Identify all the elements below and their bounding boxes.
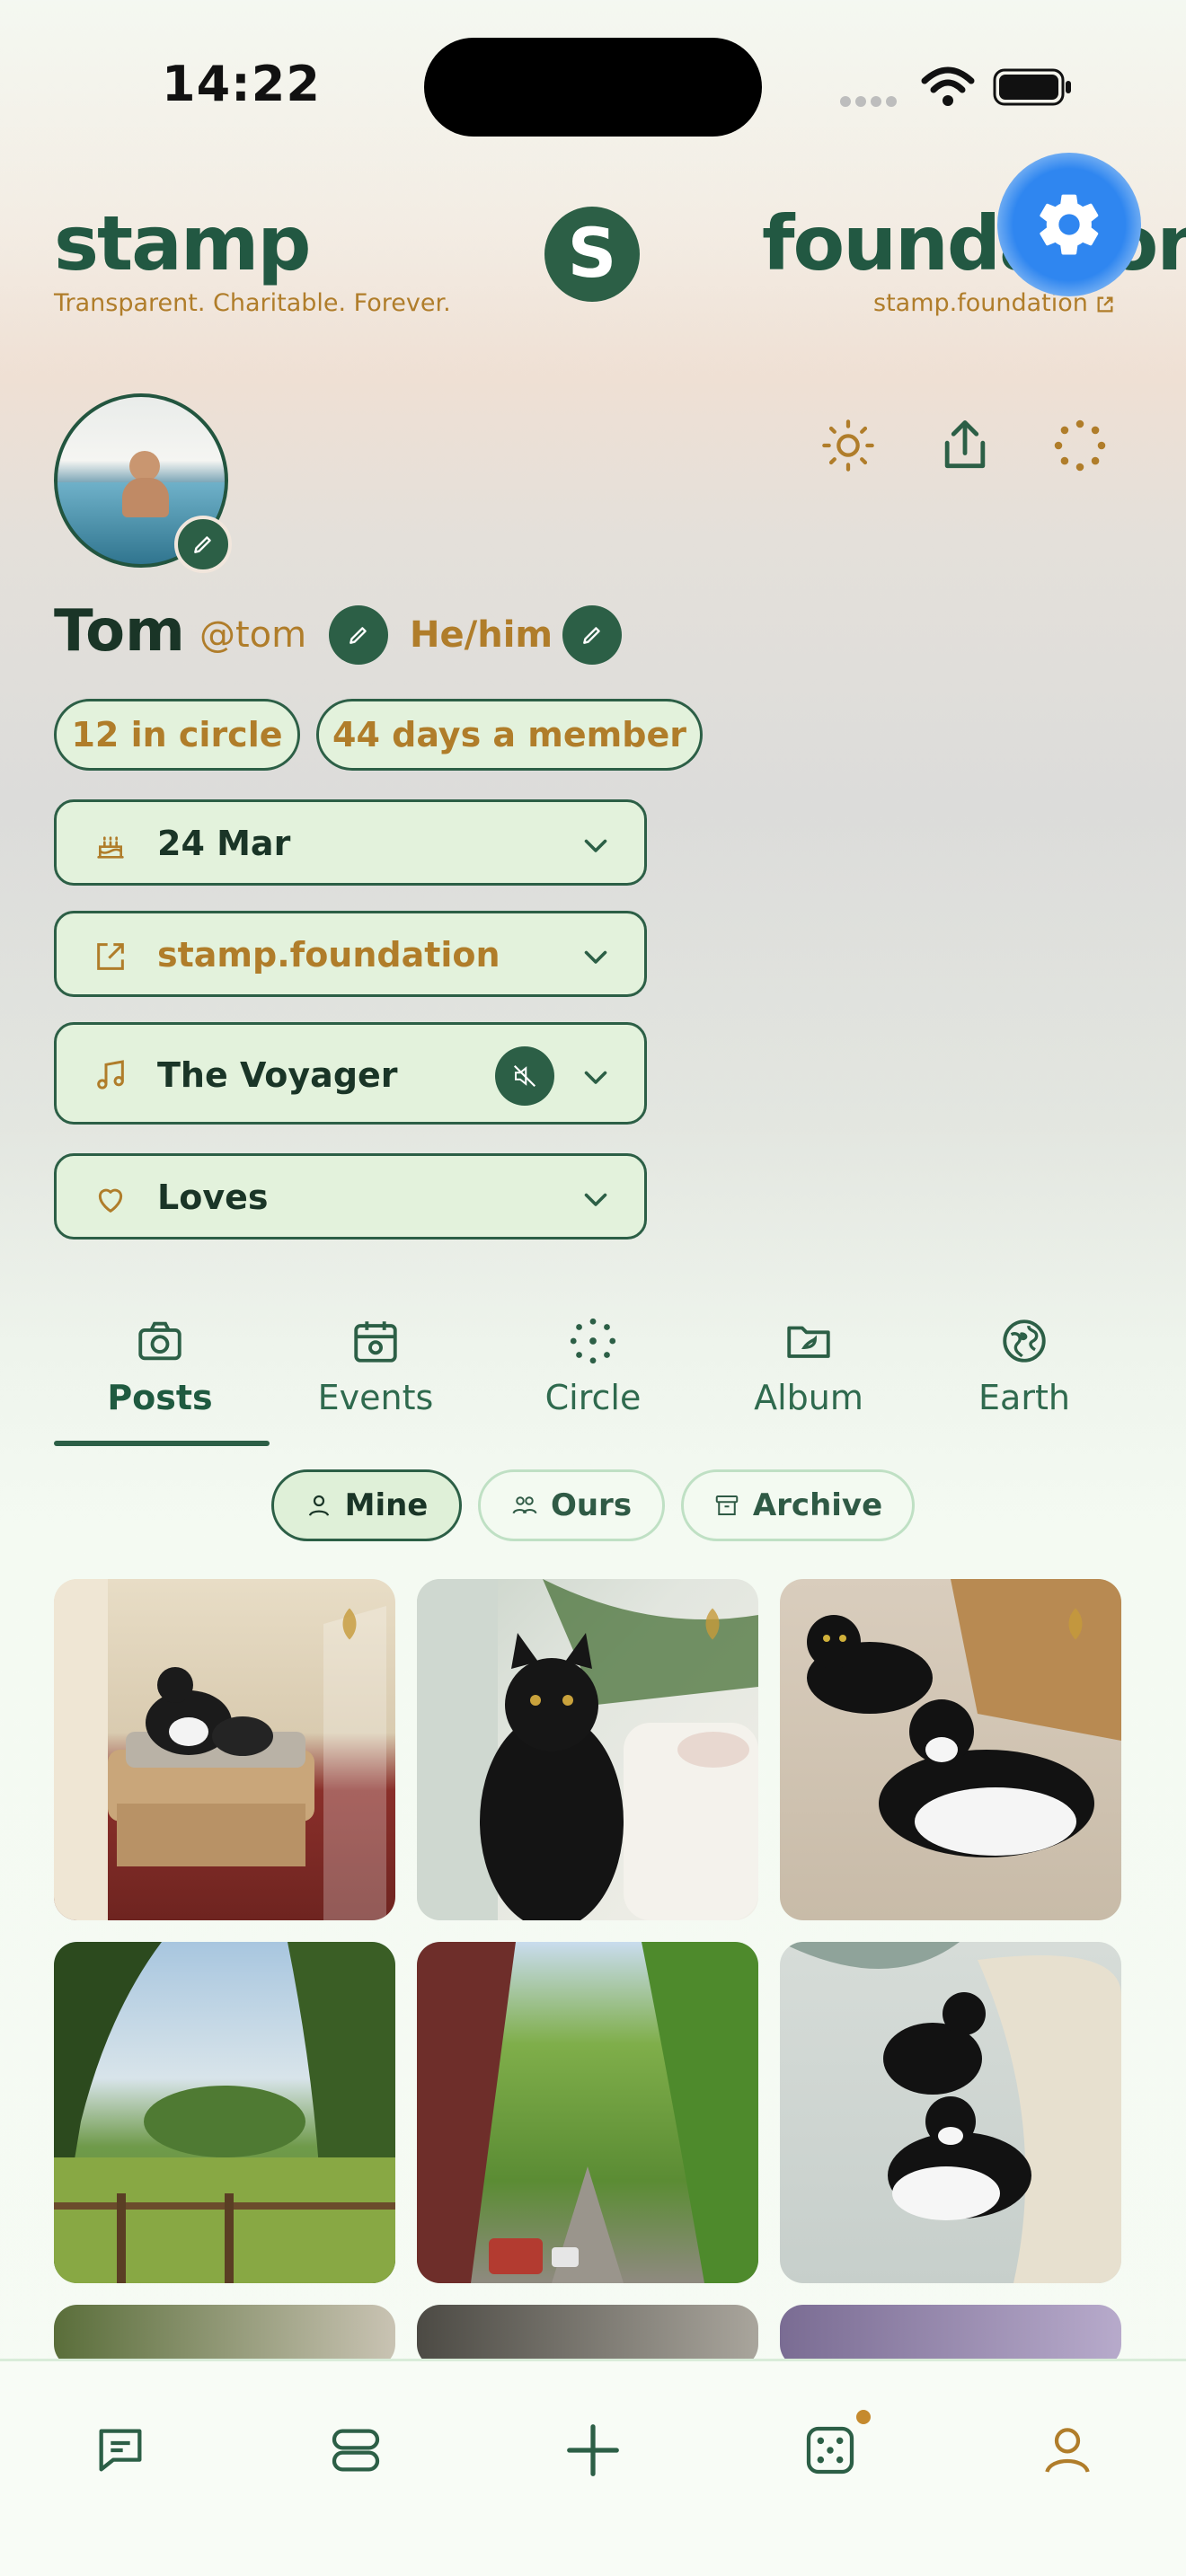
- wifi-icon: [921, 66, 975, 106]
- settings-fab[interactable]: [997, 153, 1141, 296]
- share-icon[interactable]: [934, 415, 996, 476]
- member-days-pill[interactable]: 44 days a member: [316, 699, 703, 771]
- filter-label: Archive: [752, 1487, 883, 1523]
- filter-ours[interactable]: Ours: [478, 1469, 665, 1541]
- dots-circle-icon[interactable]: [1051, 417, 1109, 474]
- brand-stamp: stamp: [54, 199, 311, 287]
- nav-add[interactable]: [557, 2414, 629, 2486]
- external-link-icon: [1097, 296, 1113, 312]
- filter-archive[interactable]: Archive: [681, 1469, 915, 1541]
- leaf-icon: [705, 1608, 720, 1640]
- folder-icon: [787, 1326, 830, 1358]
- tab-label: Earth: [978, 1378, 1070, 1417]
- loves-label: Loves: [157, 1178, 269, 1217]
- filter-label: Ours: [550, 1487, 633, 1523]
- add-icon: [567, 2424, 619, 2476]
- chevron-down-icon: [584, 1193, 607, 1206]
- avatar-photo-body: [122, 478, 169, 517]
- chevron-down-icon: [584, 1071, 607, 1084]
- website-row[interactable]: stamp.foundation: [54, 911, 647, 997]
- profile-icon: [1045, 2428, 1090, 2473]
- active-tab-indicator: [54, 1441, 270, 1446]
- photo-tile[interactable]: [417, 1942, 758, 2283]
- tab-posts[interactable]: Posts: [61, 1315, 259, 1450]
- photo-tile[interactable]: [780, 1579, 1121, 1920]
- leaf-icon: [342, 1608, 357, 1640]
- tab-label: Circle: [544, 1378, 642, 1417]
- heart-icon: [98, 1188, 123, 1213]
- tab-album[interactable]: Album: [710, 1315, 907, 1450]
- birthday-row[interactable]: 24 Mar: [54, 799, 647, 886]
- website-label: stamp.foundation: [157, 935, 500, 975]
- nav-dice[interactable]: [794, 2414, 866, 2486]
- tab-label: Album: [754, 1378, 863, 1417]
- chevron-down-icon: [584, 839, 607, 852]
- filter-label: Mine: [344, 1487, 429, 1523]
- dice-icon: [806, 2426, 854, 2475]
- nav-chat[interactable]: [84, 2414, 156, 2486]
- pencil-icon: [583, 627, 600, 644]
- edit-handle-button[interactable]: [329, 605, 388, 665]
- tab-label: Posts: [107, 1378, 213, 1417]
- photo-park-meadow: [54, 1942, 395, 2283]
- profile-pronouns: He/him: [410, 614, 553, 656]
- song-label: The Voyager: [157, 1055, 398, 1095]
- pencil-icon: [350, 627, 367, 644]
- leaf-icon: [1068, 1608, 1083, 1640]
- photo-tile[interactable]: [780, 1942, 1121, 2283]
- circle-count-pill[interactable]: 12 in circle: [54, 699, 300, 771]
- brand-tagline: Transparent. Charitable. Forever.: [54, 289, 451, 317]
- nav-profile[interactable]: [1031, 2414, 1103, 2486]
- nav-feed[interactable]: [320, 2414, 392, 2486]
- archive-icon: [715, 1495, 739, 1515]
- speaker-muted-icon: [513, 1064, 536, 1088]
- cake-icon: [97, 836, 124, 859]
- music-note-icon: [97, 1060, 124, 1090]
- gear-icon: [1040, 194, 1099, 255]
- avatar-photo-head: [129, 451, 160, 481]
- filter-mine[interactable]: Mine: [271, 1469, 462, 1541]
- tab-earth[interactable]: Earth: [925, 1315, 1123, 1450]
- chat-icon: [99, 2429, 142, 2472]
- sun-icon[interactable]: [819, 417, 877, 474]
- calendar-icon: [354, 1321, 397, 1363]
- profile-name: Tom: [54, 598, 185, 665]
- logo[interactable]: S: [544, 207, 640, 302]
- profile-handle: @tom: [199, 614, 307, 656]
- status-time: 14:22: [162, 56, 321, 112]
- photo-tree-street: [417, 1942, 758, 2283]
- tab-circle[interactable]: Circle: [494, 1315, 692, 1450]
- photo-tile[interactable]: [54, 1942, 395, 2283]
- person-icon: [308, 1495, 329, 1516]
- photo-tile[interactable]: [417, 1579, 758, 1920]
- pencil-icon: [194, 536, 211, 553]
- dots-circle-icon: [570, 1318, 616, 1364]
- mute-button[interactable]: [495, 1046, 554, 1106]
- tab-label: Events: [317, 1378, 434, 1417]
- edit-avatar-button[interactable]: [174, 516, 232, 573]
- camera-icon: [138, 1321, 181, 1361]
- external-link-icon: [97, 943, 124, 970]
- feed-icon: [332, 2429, 380, 2472]
- notification-dot: [854, 2407, 873, 2427]
- people-icon: [512, 1496, 537, 1514]
- chevron-down-icon: [584, 950, 607, 964]
- tab-events[interactable]: Events: [277, 1315, 474, 1450]
- dynamic-island: [424, 38, 762, 137]
- battery-icon: [993, 68, 1071, 106]
- song-row[interactable]: The Voyager: [54, 1022, 647, 1125]
- edit-pronouns-button[interactable]: [562, 605, 622, 665]
- signal-dots-icon: [840, 93, 903, 107]
- globe-icon: [1003, 1319, 1046, 1363]
- loves-row[interactable]: Loves: [54, 1153, 647, 1239]
- birthday-label: 24 Mar: [157, 824, 291, 863]
- photo-cats-sofa: [780, 1942, 1121, 2283]
- photo-tile[interactable]: [54, 1579, 395, 1920]
